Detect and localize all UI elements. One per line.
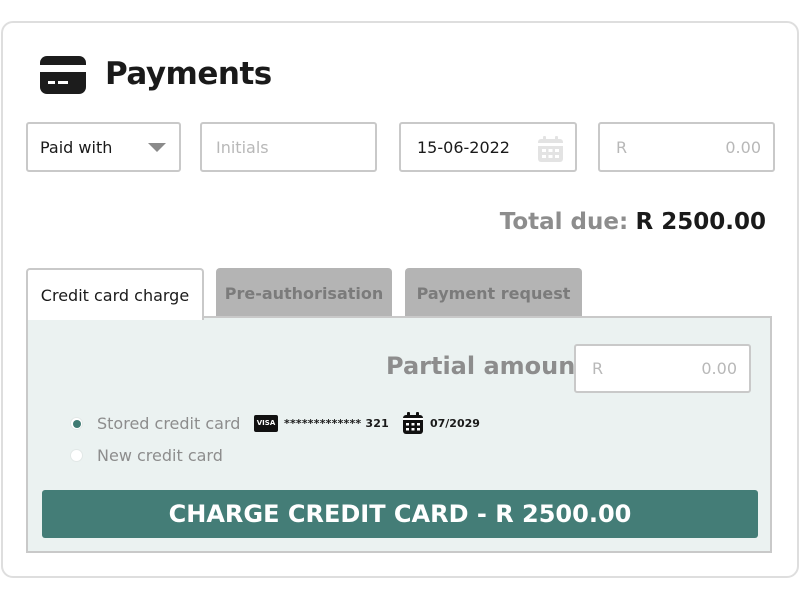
- stored-credit-card-label: Stored credit card: [97, 414, 241, 433]
- credit-card-icon: [40, 56, 86, 94]
- charge-credit-card-button[interactable]: CHARGE CREDIT CARD - R 2500.00: [42, 490, 758, 538]
- date-value: 15-06-2022: [417, 137, 510, 157]
- new-credit-card-label: New credit card: [97, 446, 223, 465]
- partial-amount-input[interactable]: R 0.00: [574, 344, 751, 393]
- visa-icon: VISA: [254, 414, 278, 432]
- page-title: Payments: [105, 56, 272, 92]
- new-credit-card-option[interactable]: New credit card: [70, 446, 223, 465]
- calendar-icon[interactable]: [538, 136, 563, 162]
- total-due: Total due: R 2500.00: [500, 206, 766, 238]
- total-due-value: R 2500.00: [635, 209, 766, 235]
- stored-card-details: VISA ************* 321 07/2029: [254, 412, 480, 434]
- initials-placeholder: Initials: [216, 137, 269, 157]
- partial-amount-label: Partial amount:: [386, 352, 597, 380]
- tab-pre-authorisation[interactable]: Pre-authorisation: [216, 268, 392, 318]
- calendar-icon: [402, 412, 423, 434]
- card-expiry: 07/2029: [429, 416, 480, 430]
- stored-credit-card-radio[interactable]: [70, 417, 83, 430]
- masked-card-number: ************* 321: [284, 416, 389, 430]
- date-input[interactable]: 15-06-2022: [399, 122, 577, 172]
- credit-card-charge-panel: Partial amount: R 0.00 Stored credit car…: [26, 316, 772, 553]
- partial-amount-currency: R: [592, 359, 604, 378]
- amount-placeholder: 0.00: [725, 137, 761, 157]
- initials-input[interactable]: Initials: [200, 122, 377, 172]
- amount-currency: R: [616, 137, 628, 157]
- total-due-label: Total due:: [499, 209, 629, 235]
- tab-payment-request[interactable]: Payment request: [405, 268, 582, 318]
- partial-amount-placeholder: 0.00: [701, 359, 737, 378]
- amount-input[interactable]: R 0.00: [598, 122, 775, 172]
- tab-credit-card-charge[interactable]: Credit card charge: [26, 268, 204, 320]
- paid-with-value: Paid with: [40, 137, 113, 157]
- caret-down-icon: [148, 143, 166, 152]
- paid-with-select[interactable]: Paid with: [26, 122, 181, 172]
- new-credit-card-radio[interactable]: [70, 449, 83, 462]
- stored-credit-card-option[interactable]: Stored credit card: [70, 414, 240, 433]
